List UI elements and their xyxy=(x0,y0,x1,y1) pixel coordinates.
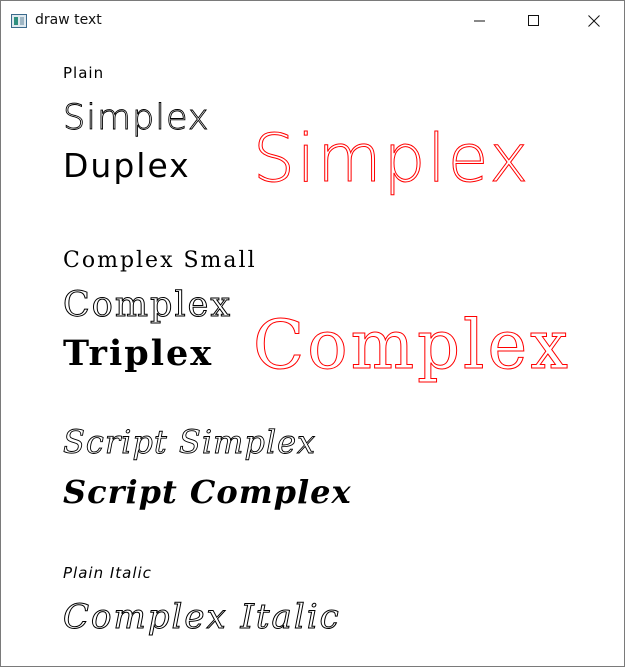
close-icon xyxy=(588,15,600,27)
sample-simplex: Simplex xyxy=(63,98,210,138)
sample-script-simplex: Script Simplex xyxy=(63,423,316,461)
sample-complex-small: Complex Small xyxy=(63,248,257,273)
sample-complex-large: Complex xyxy=(253,306,571,384)
text-samples-svg: Plain Simplex Duplex Simplex Complex Sma… xyxy=(63,64,571,638)
sample-complex: Complex xyxy=(63,285,232,325)
close-button[interactable] xyxy=(571,1,617,41)
maximize-icon xyxy=(528,15,539,26)
app-window-icon xyxy=(11,14,27,28)
app-window: draw text Plain Simplex Duplex Simplex C… xyxy=(0,0,625,667)
window-title: draw text xyxy=(35,12,102,28)
title-bar[interactable]: draw text xyxy=(1,1,624,41)
minimize-icon xyxy=(474,20,485,22)
sample-complex-italic: Complex Italic xyxy=(63,597,341,637)
sample-plain: Plain xyxy=(63,64,104,82)
render-canvas: Plain Simplex Duplex Simplex Complex Sma… xyxy=(1,41,624,666)
minimize-button[interactable] xyxy=(457,1,503,41)
sample-script-complex: Script Complex xyxy=(63,473,352,511)
maximize-button[interactable] xyxy=(511,1,557,41)
sample-simplex-large: Simplex xyxy=(253,120,530,197)
sample-plain-italic: Plain Italic xyxy=(63,564,152,582)
sample-duplex: Duplex xyxy=(63,146,191,185)
sample-triplex: Triplex xyxy=(63,333,213,374)
